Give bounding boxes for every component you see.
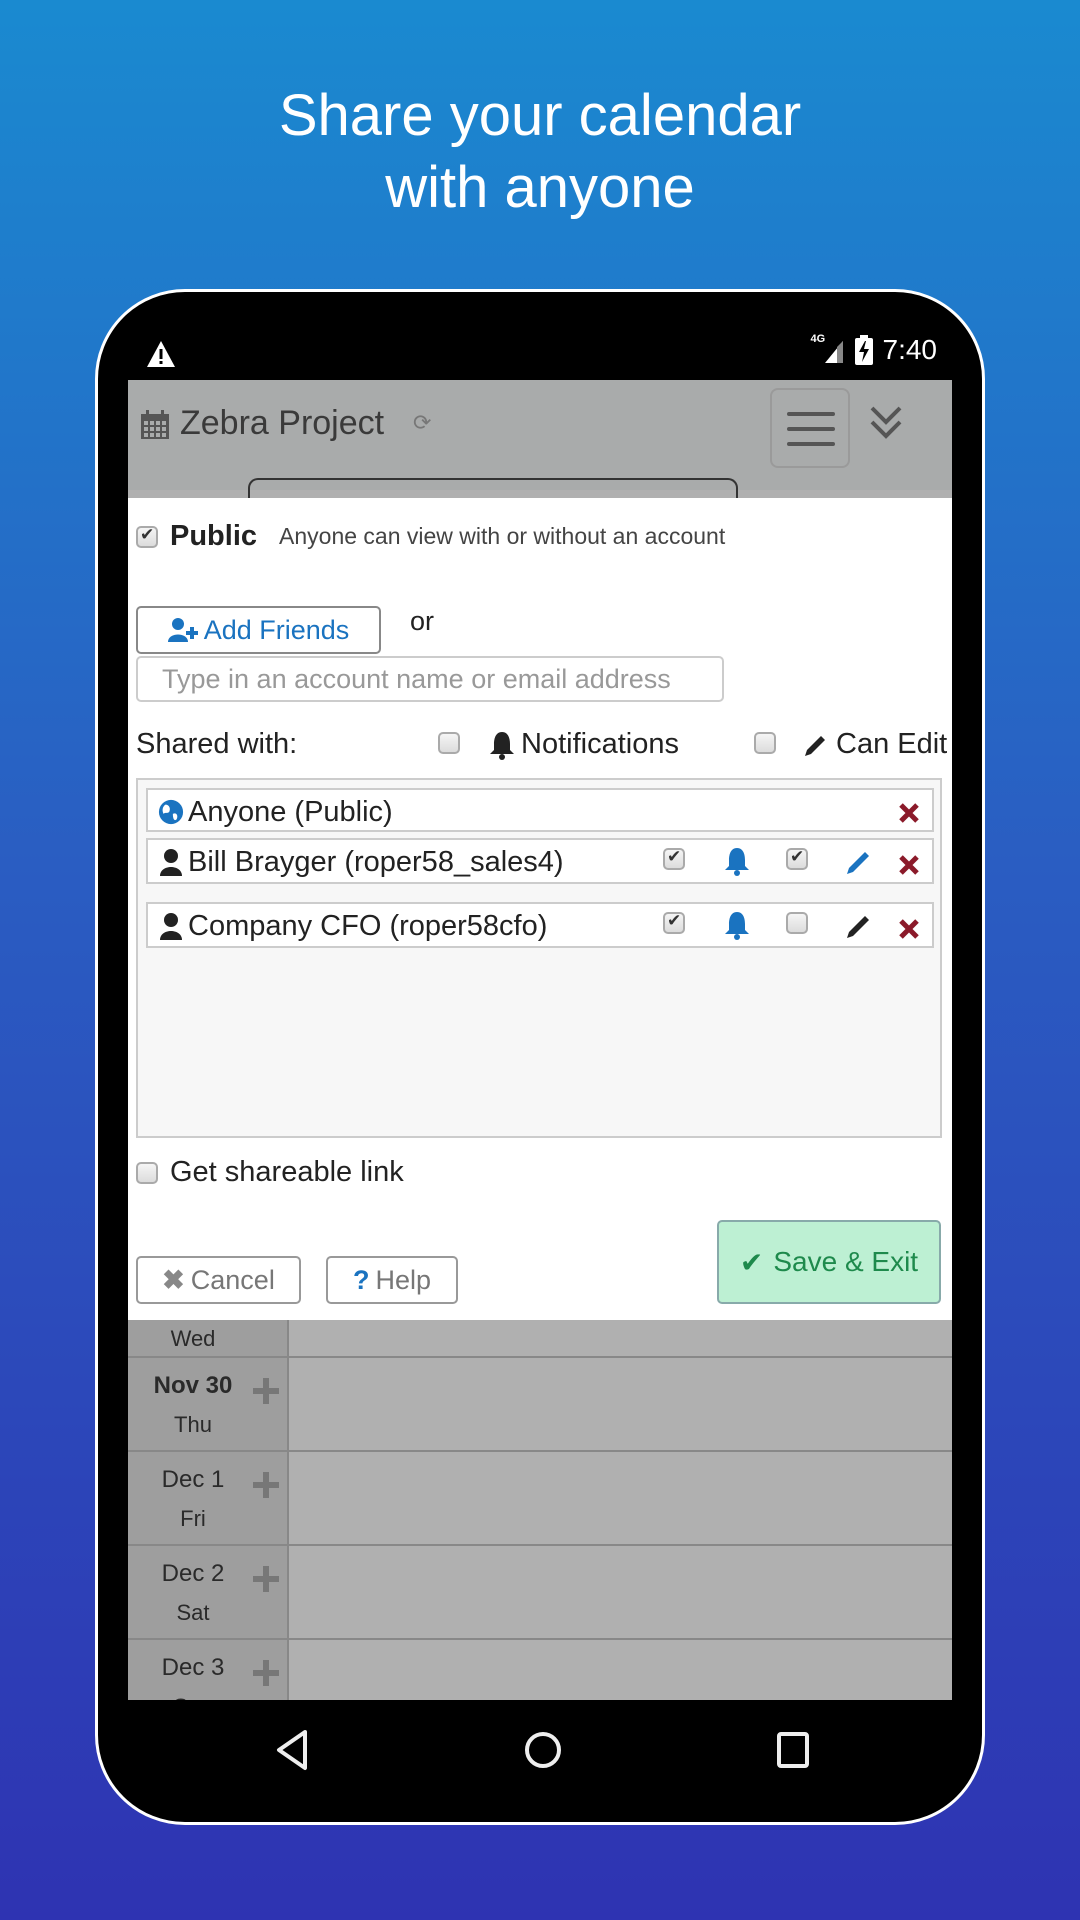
clock: 7:40	[882, 334, 938, 365]
day-date: Dec 2	[161, 1560, 225, 1587]
can-edit-all-checkbox[interactable]	[754, 732, 776, 754]
day-date: Dec 3	[161, 1654, 225, 1681]
share-entry-name: Bill Brayger (roper58_sales4)	[188, 846, 564, 878]
shareable-link-label: Get shareable link	[170, 1156, 404, 1188]
notifications-all-checkbox[interactable]	[438, 732, 460, 754]
promo-headline: Share your calendar with anyone	[0, 80, 1080, 224]
cancel-button[interactable]: ✖ Cancel	[136, 1256, 301, 1304]
day-date: Dec 1	[161, 1466, 225, 1493]
calendar-day-list: Wed Nov 30 Thu Dec 1 Fri Dec 2 Sat Dec 3	[128, 1320, 952, 1700]
double-chevron-down-icon[interactable]	[868, 402, 904, 442]
save-label: Save & Exit	[773, 1246, 919, 1277]
headline-line-1: Share your calendar	[278, 83, 802, 148]
add-user-icon	[167, 618, 198, 642]
share-entry-public: Anyone (Public)	[146, 788, 934, 832]
share-entry-user: Company CFO (roper58cfo)	[146, 902, 934, 948]
sync-icon[interactable]: ⟳	[413, 412, 435, 434]
battery-charging-icon	[854, 335, 873, 365]
phone-frame: 4G 7:40 Zebra Project ⟳ ✔ Public Anyone …	[95, 289, 985, 1825]
add-event-icon[interactable]	[253, 1378, 279, 1404]
shared-with-list: Anyone (Public) Bill Brayger (roper58_sa…	[136, 778, 942, 1138]
day-of-week: Thu	[174, 1412, 212, 1437]
notifications-checkbox[interactable]	[663, 911, 685, 934]
day-of-week: Sat	[176, 1600, 210, 1625]
app-screen: Zebra Project ⟳ Public Anyone can view w…	[128, 380, 952, 1700]
public-description: Anyone can view with or without an accou…	[279, 523, 726, 549]
shared-with-label: Shared with:	[136, 728, 298, 760]
public-checkbox[interactable]	[136, 525, 158, 548]
pencil-icon	[847, 916, 869, 938]
add-friends-button[interactable]: Add Friends	[136, 606, 381, 654]
status-bar: 4G 7:40	[98, 292, 982, 380]
headline-line-2: with anyone	[385, 155, 695, 220]
save-exit-button[interactable]: ✔ Save & Exit	[717, 1220, 941, 1304]
day-of-week: Fri	[180, 1506, 206, 1531]
android-nav-bar	[98, 1700, 982, 1822]
share-dialog: Public Anyone can view with or without a…	[128, 498, 952, 1320]
hamburger-menu-button[interactable]	[770, 388, 850, 468]
help-button[interactable]: ? Help	[326, 1256, 458, 1304]
share-entry-name: Anyone (Public)	[188, 796, 393, 828]
cancel-label: Cancel	[190, 1264, 275, 1295]
public-label: Public	[170, 520, 258, 552]
day-of-week: Wed	[170, 1326, 216, 1351]
help-label: Help	[375, 1264, 432, 1295]
warning-icon	[147, 341, 175, 367]
remove-icon[interactable]	[898, 854, 920, 876]
public-option: Public Anyone can view with or without a…	[136, 520, 725, 553]
shared-with-header: Shared with: Notifications Can Edit	[136, 724, 952, 764]
home-icon[interactable]	[523, 1728, 563, 1772]
bell-icon	[725, 912, 749, 940]
shareable-link-checkbox[interactable]	[136, 1161, 158, 1184]
account-search-input[interactable]	[136, 656, 724, 702]
calendar-icon	[141, 410, 169, 439]
share-entry-user: Bill Brayger (roper58_sales4)	[146, 838, 934, 884]
add-event-icon[interactable]	[253, 1566, 279, 1592]
notifications-label: Notifications	[521, 728, 679, 760]
day-date: Nov 30	[153, 1372, 233, 1399]
remove-icon[interactable]	[898, 802, 920, 824]
calendar-title: Zebra Project	[180, 404, 385, 442]
can-edit-label: Can Edit	[836, 728, 948, 760]
bell-icon	[490, 732, 514, 760]
shareable-link-option: Get shareable link	[136, 1156, 404, 1189]
user-icon	[160, 849, 182, 876]
checkmark-icon: ✔	[739, 1246, 764, 1278]
close-icon: ✖	[162, 1264, 185, 1295]
share-entry-name: Company CFO (roper58cfo)	[188, 910, 548, 942]
remove-icon[interactable]	[898, 918, 920, 940]
calendar-day-row[interactable]: Dec 2 Sat	[128, 1546, 952, 1640]
add-event-icon[interactable]	[253, 1472, 279, 1498]
calendar-day-row[interactable]: Dec 3 Sun	[128, 1640, 952, 1700]
app-bar: Zebra Project ⟳	[128, 380, 952, 498]
globe-icon	[158, 799, 184, 825]
calendar-day-row[interactable]: Nov 30 Thu	[128, 1358, 952, 1452]
pencil-icon	[847, 852, 869, 874]
question-icon: ?	[352, 1264, 370, 1295]
bell-icon	[725, 848, 749, 876]
user-icon	[160, 913, 182, 940]
pencil-icon	[805, 736, 825, 756]
can-edit-checkbox[interactable]	[786, 847, 808, 870]
notifications-checkbox[interactable]	[663, 847, 685, 870]
add-event-icon[interactable]	[253, 1660, 279, 1686]
signal-icon: 4G	[811, 333, 845, 365]
recents-icon[interactable]	[773, 1728, 813, 1772]
add-friends-label: Add Friends	[203, 614, 350, 645]
can-edit-checkbox[interactable]	[786, 912, 808, 934]
or-label: or	[410, 606, 435, 636]
calendar-day-row: Wed	[128, 1320, 952, 1358]
calendar-day-row[interactable]: Dec 1 Fri	[128, 1452, 952, 1546]
back-icon[interactable]	[273, 1728, 313, 1772]
view-tabs	[248, 478, 738, 498]
